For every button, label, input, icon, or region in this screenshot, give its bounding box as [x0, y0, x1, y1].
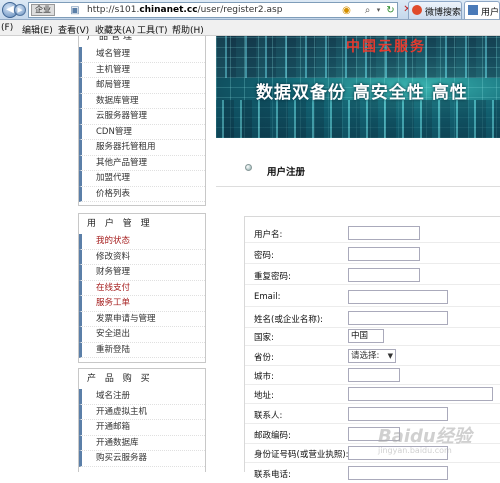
tab-label: 微博搜索 - ... — [425, 8, 462, 18]
url-input[interactable]: 企业 ▣ http://s101.chinanet.cc/user/regist… — [28, 2, 398, 18]
name-input[interactable] — [348, 311, 448, 325]
name-label: 姓名(或企业名称): — [254, 315, 323, 325]
password-confirm-label: 重复密码: — [254, 272, 291, 282]
password-confirm-input[interactable] — [348, 268, 420, 282]
country-input[interactable]: 中国 — [348, 329, 384, 343]
sidebar-item-logout[interactable]: 安全退出 — [79, 327, 205, 343]
username-input[interactable] — [348, 226, 420, 240]
weibo-icon — [412, 5, 422, 15]
sidebar-item-mail[interactable]: 邮局管理 — [79, 78, 205, 94]
sidebar-item-invoice[interactable]: 发票申请与管理 — [79, 311, 205, 327]
phone-input[interactable] — [348, 466, 448, 480]
address-label: 地址: — [254, 391, 274, 401]
refresh-icon[interactable]: ↻ — [385, 5, 396, 16]
form-row-city: 城市: — [245, 364, 500, 385]
baidu-watermark: Baidu经验 jingyan.baidu.com — [378, 422, 472, 455]
password-input[interactable] — [348, 247, 420, 261]
banner-brand-text: 中国云服务 — [346, 39, 426, 55]
form-row-password-confirm: 重复密码: — [245, 264, 500, 285]
contact-label: 联系人: — [254, 411, 283, 421]
form-row-country: 国家: 中国 — [245, 325, 500, 346]
sidebar-item-my-status[interactable]: 我的状态 — [79, 234, 205, 250]
page-icon — [468, 5, 478, 15]
page-title-bar: 用户注册 — [216, 156, 500, 184]
menu-favorites[interactable]: 收藏夹(A) — [95, 23, 135, 36]
email-input[interactable] — [348, 290, 448, 304]
url-text: http://s101.chinanet.cc/user/register2.a… — [87, 5, 283, 15]
form-row-username: 用户名: — [245, 222, 500, 243]
sidebar-item-host[interactable]: 主机管理 — [79, 62, 205, 78]
sidebar-item-buy-mailbox[interactable]: 开通邮箱 — [79, 420, 205, 436]
sidebar-heading: 产 品 购 买 — [87, 374, 153, 384]
sidebar-heading: 用 户 管 理 — [87, 219, 153, 229]
page-title: 用户注册 — [267, 167, 306, 178]
tab-weibo-search[interactable]: 微博搜索 - ... — [408, 1, 462, 19]
sidebar-item-hosting[interactable]: 服务器托管租用 — [79, 140, 205, 156]
province-label: 省份: — [254, 353, 274, 363]
compat-view-icon[interactable]: ◉ — [341, 5, 352, 16]
province-select[interactable]: 请选择: ▼ — [348, 349, 396, 363]
page-icon: ▣ — [70, 5, 80, 16]
address-input[interactable] — [348, 387, 493, 401]
watermark-main: Baidu经验 — [378, 426, 472, 447]
sidebar-item-database[interactable]: 数据库管理 — [79, 93, 205, 109]
city-input[interactable] — [348, 368, 400, 382]
form-row-province: 省份: 请选择: ▼ — [245, 345, 500, 366]
banner-decoration — [216, 100, 500, 138]
form-row-address: 地址: — [245, 383, 500, 404]
form-row-password: 密码: — [245, 243, 500, 264]
form-row-email: Email: — [245, 286, 500, 307]
tab-user-register[interactable]: 用户... — [464, 1, 500, 19]
banner-slogan: 数据双备份 高安全性 高性 — [256, 83, 468, 103]
sidebar-item-buy-database[interactable]: 开通数据库 — [79, 435, 205, 451]
sidebar-item-agent[interactable]: 加盟代理 — [79, 171, 205, 187]
sidebar-item-domain[interactable]: 域名管理 — [79, 47, 205, 63]
sidebar-user-management: 用 户 管 理 我的状态 修改资料 财务管理 在线支付 服务工单 发票申请与管理… — [78, 213, 206, 363]
watermark-sub: jingyan.baidu.com — [378, 446, 452, 455]
menu-help[interactable]: 帮助(H) — [172, 23, 204, 36]
country-label: 国家: — [254, 333, 274, 343]
sidebar-product-management: 产品管理 域名管理 主机管理 邮局管理 数据库管理 云服务器管理 CDN管理 服… — [78, 36, 206, 206]
form-row-contact: 联系人: — [245, 403, 500, 424]
site-tag: 企业 — [31, 4, 55, 16]
phone-label: 联系电话: — [254, 470, 291, 480]
sidebar-item-online-pay[interactable]: 在线支付 — [79, 280, 205, 296]
address-bar: ◀ ▶ 企业 ▣ http://s101.chinanet.cc/user/re… — [0, 0, 500, 20]
menu-view[interactable]: 查看(V) — [58, 23, 89, 36]
sidebar-item-other[interactable]: 其他产品管理 — [79, 155, 205, 171]
forward-icon[interactable]: ▶ — [14, 4, 26, 16]
city-label: 城市: — [254, 372, 274, 382]
postcode-label: 邮政编码: — [254, 431, 291, 441]
contact-input[interactable] — [348, 407, 448, 421]
sidebar-item-buy-cloud-server[interactable]: 购买云服务器 — [79, 451, 205, 467]
sidebar-item-cloud-server[interactable]: 云服务器管理 — [79, 109, 205, 125]
chevron-down-icon: ▼ — [387, 352, 393, 360]
sidebar-item-finance[interactable]: 财务管理 — [79, 265, 205, 281]
form-row-phone: 联系电话: — [245, 462, 500, 483]
search-icon[interactable]: ⌕ — [362, 5, 373, 16]
id-number-label: 身份证号码(或营业执照): — [254, 450, 349, 460]
sidebar-item-register-domain[interactable]: 域名注册 — [79, 389, 205, 405]
bullet-icon — [245, 164, 252, 171]
email-label: Email: — [254, 292, 281, 302]
sidebar-purchase: 产 品 购 买 域名注册 开通虚拟主机 开通邮箱 开通数据库 购买云服务器 — [78, 368, 206, 472]
dropdown-icon[interactable]: ▾ — [373, 5, 384, 16]
banner-image: 中国云服务 数据双备份 高安全性 高性 — [216, 36, 500, 138]
sidebar-item-buy-vhost[interactable]: 开通虚拟主机 — [79, 404, 205, 420]
sidebar-item-cdn[interactable]: CDN管理 — [79, 124, 205, 140]
menu-file[interactable]: (F) — [1, 23, 13, 33]
tab-label: 用户... — [481, 8, 500, 18]
sidebar-item-edit-profile[interactable]: 修改资料 — [79, 249, 205, 265]
menu-bar: (F) 编辑(E) 查看(V) 收藏夹(A) 工具(T) 帮助(H) — [0, 20, 500, 36]
username-label: 用户名: — [254, 230, 283, 240]
menu-tools[interactable]: 工具(T) — [137, 23, 168, 36]
province-selected: 请选择: — [351, 351, 380, 361]
divider — [216, 186, 500, 187]
sidebar-item-relogin[interactable]: 重新登陆 — [79, 342, 205, 358]
sidebar-item-tickets[interactable]: 服务工单 — [79, 296, 205, 312]
menu-edit[interactable]: 编辑(E) — [22, 23, 53, 36]
password-label: 密码: — [254, 251, 274, 261]
sidebar-item-price[interactable]: 价格列表 — [79, 186, 205, 202]
